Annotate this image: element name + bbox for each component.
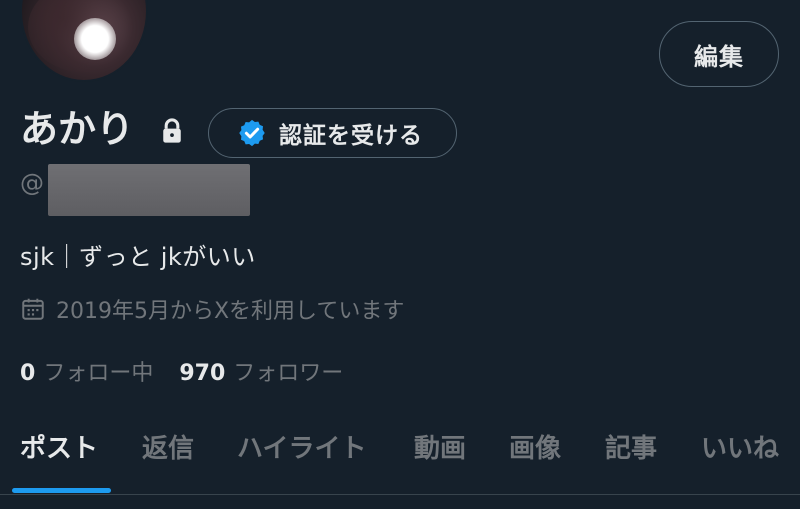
edit-profile-button[interactable]: 編集 bbox=[659, 21, 779, 87]
joined-date: 2019年5月からXを利用しています bbox=[20, 293, 404, 325]
tab-posts[interactable]: ポスト bbox=[20, 428, 98, 465]
calendar-icon bbox=[22, 298, 44, 320]
tab-videos[interactable]: 動画 bbox=[414, 428, 466, 465]
handle-prefix: @ bbox=[20, 169, 44, 197]
tab-highlights[interactable]: ハイライト bbox=[237, 428, 366, 465]
tabs-divider bbox=[0, 494, 800, 495]
avatar[interactable] bbox=[20, 0, 148, 82]
active-tab-indicator bbox=[12, 488, 111, 493]
tab-images[interactable]: 画像 bbox=[509, 428, 561, 465]
following-count: 0 bbox=[20, 361, 36, 386]
joined-text: 2019年5月からXを利用しています bbox=[56, 299, 405, 324]
followers-count: 970 bbox=[179, 361, 226, 386]
following-stat[interactable]: 0 フォロー中 bbox=[20, 355, 153, 387]
following-label: フォロー中 bbox=[43, 361, 154, 386]
follow-stats: 0 フォロー中 970 フォロワー bbox=[20, 355, 343, 387]
tab-articles[interactable]: 記事 bbox=[605, 428, 657, 465]
profile-tabs: ポスト 返信 ハイライト 動画 画像 記事 いいね bbox=[0, 420, 800, 494]
handle-redaction bbox=[48, 164, 250, 216]
tab-replies[interactable]: 返信 bbox=[142, 428, 194, 465]
lock-icon bbox=[163, 118, 181, 143]
display-name: あかり bbox=[20, 107, 135, 151]
followers-stat[interactable]: 970 フォロワー bbox=[179, 355, 343, 387]
bio: sjk｜ずっと jkがいい bbox=[20, 243, 256, 271]
verified-badge-icon bbox=[239, 119, 265, 147]
followers-label: フォロワー bbox=[233, 361, 344, 386]
face-blur bbox=[74, 18, 116, 60]
get-verified-label: 認証を受ける bbox=[279, 123, 423, 149]
get-verified-button[interactable]: 認証を受ける bbox=[208, 108, 457, 158]
tab-likes[interactable]: いいね bbox=[701, 428, 779, 465]
